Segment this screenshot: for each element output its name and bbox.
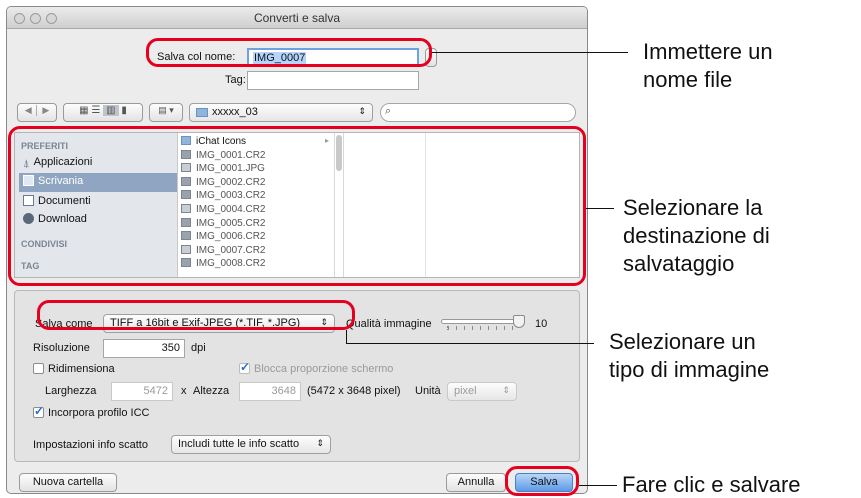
resolution-unit: dpi [191, 342, 206, 354]
dimensions-text: (5472 x 3648 pixel) [307, 385, 401, 397]
checkbox-box[interactable] [33, 404, 44, 418]
name-field-highlight [146, 38, 432, 67]
search-field[interactable]: ⌕ [380, 103, 576, 122]
shot-info-popup[interactable]: Includi tutte le info scatto ⇕ [171, 435, 331, 454]
callout-type: Selezionare un tipo di immagine [609, 328, 769, 384]
column-view-icon[interactable]: ▥ [103, 105, 119, 116]
times-sign: x [181, 385, 187, 397]
new-folder-button[interactable]: Nuova cartella [19, 473, 117, 492]
callout-line-type-vertical [346, 330, 347, 343]
slider-ticks [447, 326, 515, 330]
callout-line: nome file [643, 67, 733, 92]
cover-flow-icon[interactable]: ▮ [121, 105, 127, 116]
callout-line-destination [586, 208, 614, 209]
search-icon: ⌕ [385, 105, 392, 117]
embed-icc-label: Incorpora profilo ICC [48, 407, 150, 419]
callout-destination: Selezionare la destinazione di salvatagg… [623, 194, 770, 278]
embed-icc-checkbox[interactable]: Incorpora profilo ICC [33, 404, 150, 419]
callout-save: Fare clic e salvare [622, 472, 801, 497]
lock-ratio-label: Blocca proporzione schermo [254, 363, 394, 375]
shot-info-label: Impostazioni info scatto [33, 439, 148, 451]
unit-popup[interactable]: pixel ⇕ [447, 382, 517, 401]
back-forward-buttons[interactable]: ◀ │ ▶ [17, 103, 57, 122]
callout-line: Selezionare un [609, 329, 756, 354]
height-label: Altezza [193, 385, 230, 397]
location-popup[interactable]: xxxxx_03 ⇕ [189, 103, 373, 122]
callout-line-name [432, 52, 628, 53]
icon-view-icon[interactable]: ▦ [79, 105, 88, 116]
unit-label: Unità [415, 385, 441, 397]
image-quality-slider[interactable] [441, 315, 531, 333]
popup-arrows-icon: ⇕ [502, 385, 510, 395]
callout-line-type [346, 343, 594, 344]
title-bar: Converti e salva [7, 7, 587, 29]
image-quality-value: 10 [535, 318, 548, 330]
callout-line: salvataggio [623, 251, 735, 276]
callout-line: destinazione di [623, 223, 770, 248]
width-label: Larghezza [45, 385, 97, 397]
save-button-highlight [505, 466, 579, 496]
slider-track [441, 319, 521, 324]
callout-line: Immettere un [643, 39, 773, 64]
type-highlight [37, 300, 355, 330]
resize-label: Ridimensiona [48, 363, 115, 375]
image-quality-label: Qualità immagine [346, 318, 432, 330]
slider-thumb[interactable] [513, 315, 525, 328]
shot-info-value: Includi tutte le info scatto [178, 438, 300, 450]
checkbox-box[interactable] [239, 360, 250, 374]
resize-checkbox[interactable]: Ridimensiona [33, 363, 115, 375]
arrange-menu-button[interactable]: ▤ ▾ [149, 103, 183, 122]
width-field[interactable]: 5472 [111, 382, 173, 401]
folder-icon [196, 108, 208, 117]
resolution-label: Risoluzione [33, 342, 90, 354]
callout-line: Selezionare la [623, 195, 763, 220]
popup-arrows-icon: ⇕ [358, 106, 366, 116]
tag-label: Tag: [225, 74, 246, 86]
callout-name: Immettere un nome file [643, 38, 773, 94]
height-field[interactable]: 3648 [239, 382, 301, 401]
view-mode-segmented-control[interactable]: ▦ ☰ ▥ ▮ [63, 103, 143, 122]
popup-arrows-icon: ⇕ [316, 438, 324, 448]
resolution-field[interactable]: 350 [103, 339, 185, 358]
window-title: Converti e salva [253, 11, 341, 25]
location-value: xxxxx_03 [212, 106, 258, 118]
tag-field[interactable] [247, 71, 419, 90]
destination-highlight [8, 126, 586, 286]
cancel-button[interactable]: Annulla [446, 473, 506, 492]
lock-ratio-checkbox[interactable]: Blocca proporzione schermo [239, 360, 394, 375]
callout-line: tipo di immagine [609, 357, 770, 382]
unit-value: pixel [454, 385, 477, 397]
list-view-icon[interactable]: ☰ [91, 105, 100, 116]
callout-line-save [579, 485, 617, 486]
checkbox-box[interactable] [33, 363, 44, 374]
